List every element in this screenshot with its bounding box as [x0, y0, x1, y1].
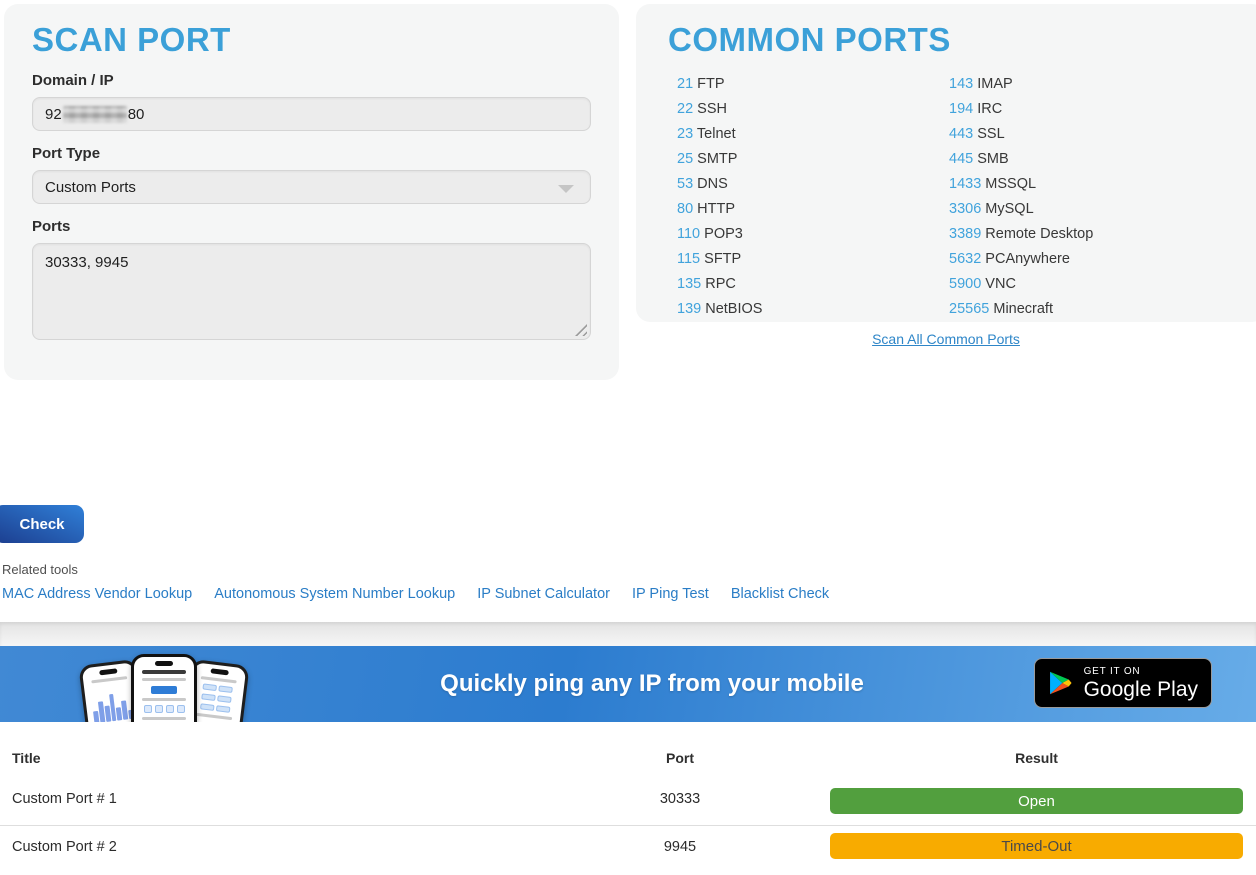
common-port-item[interactable]: 445 SMB — [949, 147, 1256, 172]
get-it-on-text: GET IT ON — [1084, 665, 1198, 678]
link-blacklist-check[interactable]: Blacklist Check — [731, 586, 829, 602]
common-port-item[interactable]: 53 DNS — [677, 172, 949, 197]
column-header-port: Port — [560, 750, 800, 766]
common-port-item[interactable]: 5900 VNC — [949, 272, 1256, 297]
phone-mockup — [131, 654, 197, 722]
domain-ip-label: Domain / IP — [32, 72, 591, 89]
related-tools-links: MAC Address Vendor Lookup Autonomous Sys… — [2, 586, 829, 602]
common-port-item[interactable]: 110 POP3 — [677, 222, 949, 247]
common-port-item[interactable]: 1433 MSSQL — [949, 172, 1256, 197]
mobile-app-banner: Quickly ping any IP from your mobile GET… — [0, 646, 1256, 722]
common-port-item[interactable]: 80 HTTP — [677, 197, 949, 222]
redacted-ip-segment — [63, 106, 127, 123]
result-row-port: 9945 — [560, 839, 800, 855]
common-port-item[interactable]: 135 RPC — [677, 272, 949, 297]
resize-handle[interactable] — [575, 324, 587, 336]
result-row-port: 30333 — [560, 791, 800, 807]
common-port-item[interactable]: 22 SSH — [677, 97, 949, 122]
common-port-item[interactable]: 5632 PCAnywhere — [949, 247, 1256, 272]
result-row-title: Custom Port # 2 — [12, 839, 117, 855]
row-divider — [0, 825, 1256, 826]
scan-all-common-ports-link[interactable]: Scan All Common Ports — [636, 331, 1256, 347]
link-ip-subnet-calculator[interactable]: IP Subnet Calculator — [477, 586, 610, 602]
common-port-item[interactable]: 139 NetBIOS — [677, 297, 949, 322]
column-header-title: Title — [12, 750, 41, 766]
link-mac-address-vendor-lookup[interactable]: MAC Address Vendor Lookup — [2, 586, 192, 602]
common-port-item[interactable]: 3389 Remote Desktop — [949, 222, 1256, 247]
ports-value: 30333, 9945 — [45, 254, 128, 271]
common-port-item[interactable]: 115 SFTP — [677, 247, 949, 272]
domain-ip-value-prefix: 92 — [45, 106, 62, 123]
related-tools-label: Related tools — [2, 562, 78, 577]
domain-ip-value-suffix: 80 — [128, 106, 145, 123]
common-port-item[interactable]: 443 SSL — [949, 122, 1256, 147]
divider-strip — [0, 622, 1256, 646]
result-row-title: Custom Port # 1 — [12, 791, 117, 807]
ports-label: Ports — [32, 218, 591, 235]
google-play-icon — [1048, 670, 1073, 696]
status-badge-timed-out: Timed-Out — [830, 833, 1243, 859]
common-port-item[interactable]: 25 SMTP — [677, 147, 949, 172]
port-scanner-page: SCAN PORT Domain / IP 92 80 Port Type Cus… — [0, 0, 1256, 875]
google-play-badge[interactable]: GET IT ON Google Play — [1034, 658, 1212, 708]
google-play-text: Google Play — [1084, 678, 1198, 702]
chevron-down-icon — [558, 185, 574, 193]
column-header-result: Result — [830, 750, 1243, 766]
common-port-item[interactable]: 3306 MySQL — [949, 197, 1256, 222]
common-port-item[interactable]: 23 Telnet — [677, 122, 949, 147]
check-button[interactable]: Check — [0, 505, 84, 543]
scan-port-panel: SCAN PORT Domain / IP 92 80 Port Type Cus… — [4, 4, 619, 380]
common-ports-title: COMMON PORTS — [668, 20, 1256, 60]
domain-ip-input[interactable]: 92 80 — [32, 97, 591, 131]
common-ports-list: 21 FTP 22 SSH 23 Telnet 25 SMTP 53 DNS 8… — [677, 72, 1256, 322]
ports-textarea[interactable]: 30333, 9945 — [32, 243, 591, 340]
common-port-item[interactable]: 25565 Minecraft — [949, 297, 1256, 322]
port-type-label: Port Type — [32, 145, 591, 162]
common-port-item[interactable]: 143 IMAP — [949, 72, 1256, 97]
status-badge-open: Open — [830, 788, 1243, 814]
port-type-selected-value: Custom Ports — [45, 179, 136, 196]
common-port-item[interactable]: 21 FTP — [677, 72, 949, 97]
link-ip-ping-test[interactable]: IP Ping Test — [632, 586, 709, 602]
common-ports-panel: COMMON PORTS 21 FTP 22 SSH 23 Telnet 25 … — [636, 4, 1256, 322]
link-asn-lookup[interactable]: Autonomous System Number Lookup — [214, 586, 455, 602]
common-port-item[interactable]: 194 IRC — [949, 97, 1256, 122]
scan-port-title: SCAN PORT — [32, 20, 619, 60]
port-type-select[interactable]: Custom Ports — [32, 170, 591, 204]
